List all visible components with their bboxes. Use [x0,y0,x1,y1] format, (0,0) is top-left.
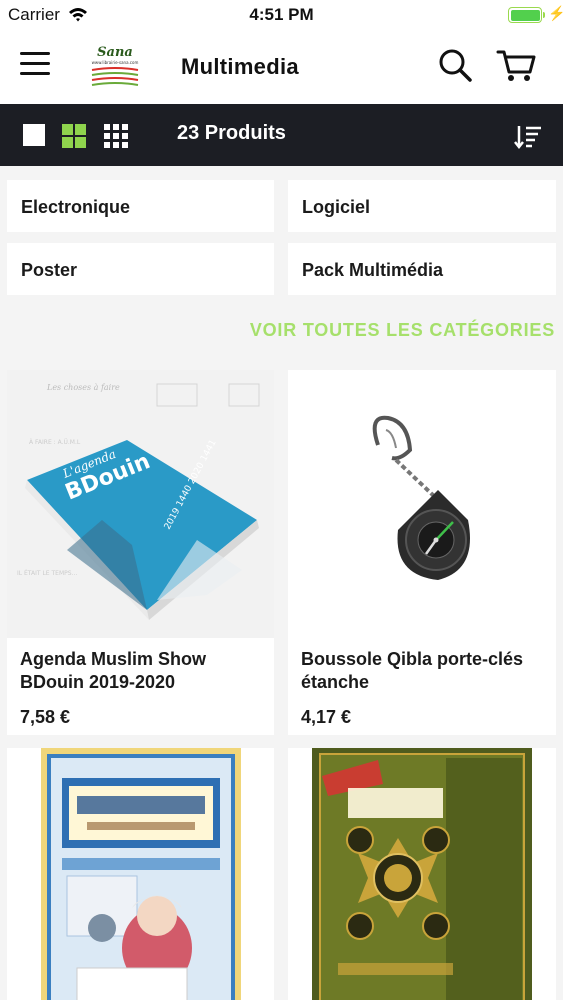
product-card[interactable]: Boussole Qibla porte-clés étanche 4,17 € [288,370,556,735]
logo-subtext: www.librairie-sana.com [92,60,139,65]
product-image [7,748,274,1000]
product-price: 7,58 € [20,707,71,727]
category-logiciel[interactable]: Logiciel [288,180,556,232]
category-pack-multimedia[interactable]: Pack Multimédia [288,243,556,295]
product-card[interactable] [7,748,274,1000]
battery-fill [510,9,540,21]
svg-text:IL ÉTAIT LE TEMPS...: IL ÉTAIT LE TEMPS... [17,569,77,577]
svg-text:Les choses à faire: Les choses à faire [46,383,120,392]
battery-icon [508,7,542,23]
category-poster[interactable]: Poster [7,243,274,295]
store-logo[interactable]: Sana www.librairie-sana.com [88,40,142,94]
product-count: 23 Produits [177,122,286,144]
product-image [288,748,556,1000]
grid-2-view-icon[interactable] [62,124,86,148]
clock: 4:51 PM [249,5,314,24]
page-title: Multimedia [181,54,299,79]
search-icon[interactable] [438,48,472,82]
menu-line [20,52,50,55]
product-card[interactable]: Les choses à faire À FAIRE : A.Ü.M.L IL … [7,370,274,735]
product-image [288,370,556,638]
cart-icon[interactable] [496,48,536,82]
logo-text: Sana [97,45,133,60]
sort-icon[interactable] [514,124,542,150]
list-view-icon[interactable] [23,124,45,146]
product-toolbar: 23 Produits [0,104,563,166]
status-bar: Carrier 4:51 PM ⚡ [0,0,563,30]
grid-3-view-icon[interactable] [104,124,128,148]
hamburger-menu-button[interactable] [20,52,50,78]
product-image: Les choses à faire À FAIRE : A.Ü.M.L IL … [7,370,274,638]
category-electronique[interactable]: Electronique [7,180,274,232]
product-price: 4,17 € [301,707,352,727]
store-logo-image: Sana www.librairie-sana.com [88,40,142,94]
product-card[interactable] [288,748,556,1000]
menu-line [20,62,50,65]
product-name: Boussole Qibla porte-clés étanche [301,649,524,692]
charging-bolt-icon: ⚡ [548,5,563,21]
svg-text:À FAIRE : A.Ü.M.L: À FAIRE : A.Ü.M.L [29,439,81,446]
menu-line [20,72,50,75]
all-categories-link[interactable]: VOIR TOUTES LES CATÉGORIES [0,320,555,341]
product-name: Agenda Muslim Show BDouin 2019-2020 [20,649,207,692]
nav-bar: Sana www.librairie-sana.com Multimedia [0,30,563,104]
